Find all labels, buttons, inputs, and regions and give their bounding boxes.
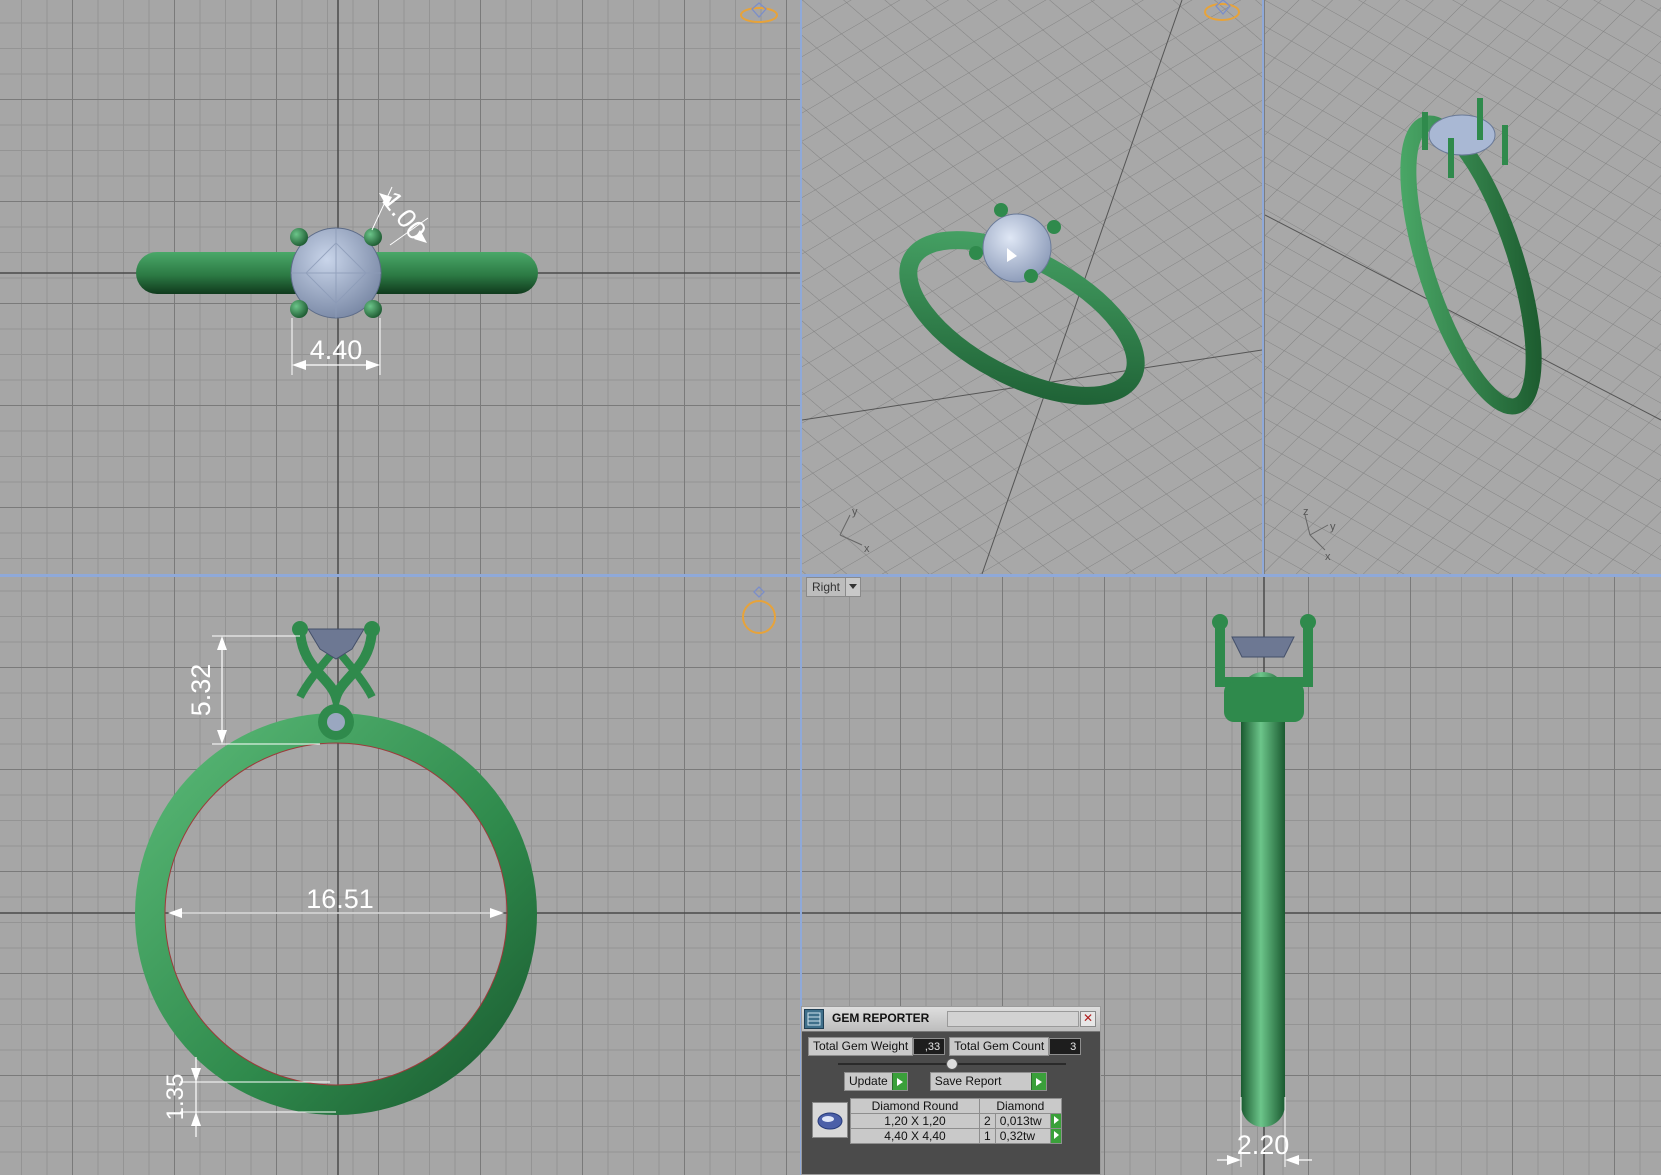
dim-shank-width: 2.20: [1237, 1130, 1290, 1160]
gem-table-header: Diamond Round Diamond: [850, 1098, 1062, 1114]
total-gem-weight-value[interactable]: ,33: [913, 1038, 946, 1055]
viewport-perspective-1[interactable]: x y: [802, 0, 1262, 574]
gem-reporter-panel: GEM REPORTER ✕ Total Gem Weight ,33 Tota…: [801, 1006, 1101, 1175]
dim-gem-width: 4.40: [310, 335, 363, 365]
slider-knob[interactable]: [946, 1058, 958, 1070]
front-view-canvas: 5.32 16.51 1.35: [0, 577, 800, 1175]
total-gem-count-value[interactable]: 3: [1049, 1038, 1082, 1055]
dim-inner-diameter: 16.51: [306, 884, 374, 914]
svg-text:y: y: [1330, 521, 1336, 533]
view-select-dropdown[interactable]: Right: [806, 577, 862, 597]
gem-size: 1,20 X 1,20: [850, 1113, 980, 1129]
gem-right: [1231, 636, 1295, 658]
viewport-splitter-vertical[interactable]: [800, 0, 802, 1175]
view-select-label: Right: [812, 580, 841, 594]
viewport-splitter-vertical-2[interactable]: [1262, 0, 1264, 574]
table-row[interactable]: 4,40 X 4,40 1 0,32tw: [850, 1128, 1062, 1144]
dim-head-height: 5.32: [186, 664, 216, 717]
gem-table: Diamond Round Diamond 1,20 X 1,20 2 0,01…: [850, 1098, 1062, 1144]
play-icon[interactable]: [891, 1073, 907, 1090]
update-button[interactable]: Update: [844, 1072, 908, 1091]
gem-front: [307, 628, 365, 660]
play-icon[interactable]: [1049, 1113, 1062, 1129]
dim-prong: 1.00: [376, 186, 432, 246]
gem-reporter-title: GEM REPORTER: [832, 1011, 930, 1025]
save-report-button[interactable]: Save Report: [929, 1072, 1047, 1091]
viewport-front[interactable]: 5.32 16.51 1.35: [0, 577, 800, 1175]
viewport-top[interactable]: 4.40 1.00: [0, 0, 800, 574]
gem-table-header-shape: Diamond Round: [850, 1098, 980, 1114]
shank-right: [1241, 672, 1285, 1127]
save-report-button-label: Save Report: [934, 1074, 1002, 1088]
persp-2-canvas: x y z: [1265, 0, 1661, 574]
gem-qty: 1: [979, 1128, 996, 1144]
table-row[interactable]: 1,20 X 1,20 2 0,013tw: [850, 1113, 1062, 1129]
dim-shank-thickness: 1.35: [162, 1074, 189, 1121]
gem-weight: 0,013tw: [994, 1113, 1051, 1129]
play-icon[interactable]: [1049, 1128, 1062, 1144]
svg-text:x: x: [1325, 551, 1331, 563]
play-icon[interactable]: [1030, 1073, 1046, 1090]
prong-top-1: [290, 228, 308, 246]
total-gem-weight-label: Total Gem Weight: [808, 1037, 914, 1056]
chevron-down-icon[interactable]: [845, 578, 861, 596]
update-button-label: Update: [849, 1074, 888, 1088]
svg-text:z: z: [1303, 506, 1309, 518]
total-gem-count-field: Total Gem Count 3: [949, 1037, 1082, 1056]
gem-weight: 0,32tw: [994, 1128, 1051, 1144]
total-gem-weight-field: Total Gem Weight ,33: [808, 1037, 946, 1056]
close-icon[interactable]: ✕: [1080, 1011, 1096, 1027]
gem-qty: 2: [979, 1113, 996, 1129]
persp-1-canvas: x y: [802, 0, 1262, 574]
gem-persp-1: [982, 213, 1052, 283]
gem-reporter-titlebar[interactable]: GEM REPORTER ✕: [802, 1007, 1100, 1032]
gem-reporter-icon: [804, 1009, 824, 1029]
svg-text:x: x: [864, 543, 870, 555]
gem-persp-2: [1428, 114, 1496, 156]
gem-table-header-material: Diamond: [979, 1098, 1062, 1114]
svg-text:y: y: [852, 506, 858, 518]
view-cube-icon[interactable]: [742, 586, 776, 634]
viewport-perspective-2[interactable]: x y z: [1265, 0, 1661, 574]
ring-front: [135, 713, 537, 1115]
panel-slider[interactable]: [838, 1058, 1066, 1070]
round-diamond-icon: [812, 1102, 848, 1138]
total-gem-count-label: Total Gem Count: [949, 1037, 1050, 1056]
gem-size: 4,40 X 4,40: [850, 1128, 980, 1144]
top-view-canvas: 4.40 1.00: [0, 0, 800, 574]
view-cube-icon[interactable]: [740, 2, 778, 23]
